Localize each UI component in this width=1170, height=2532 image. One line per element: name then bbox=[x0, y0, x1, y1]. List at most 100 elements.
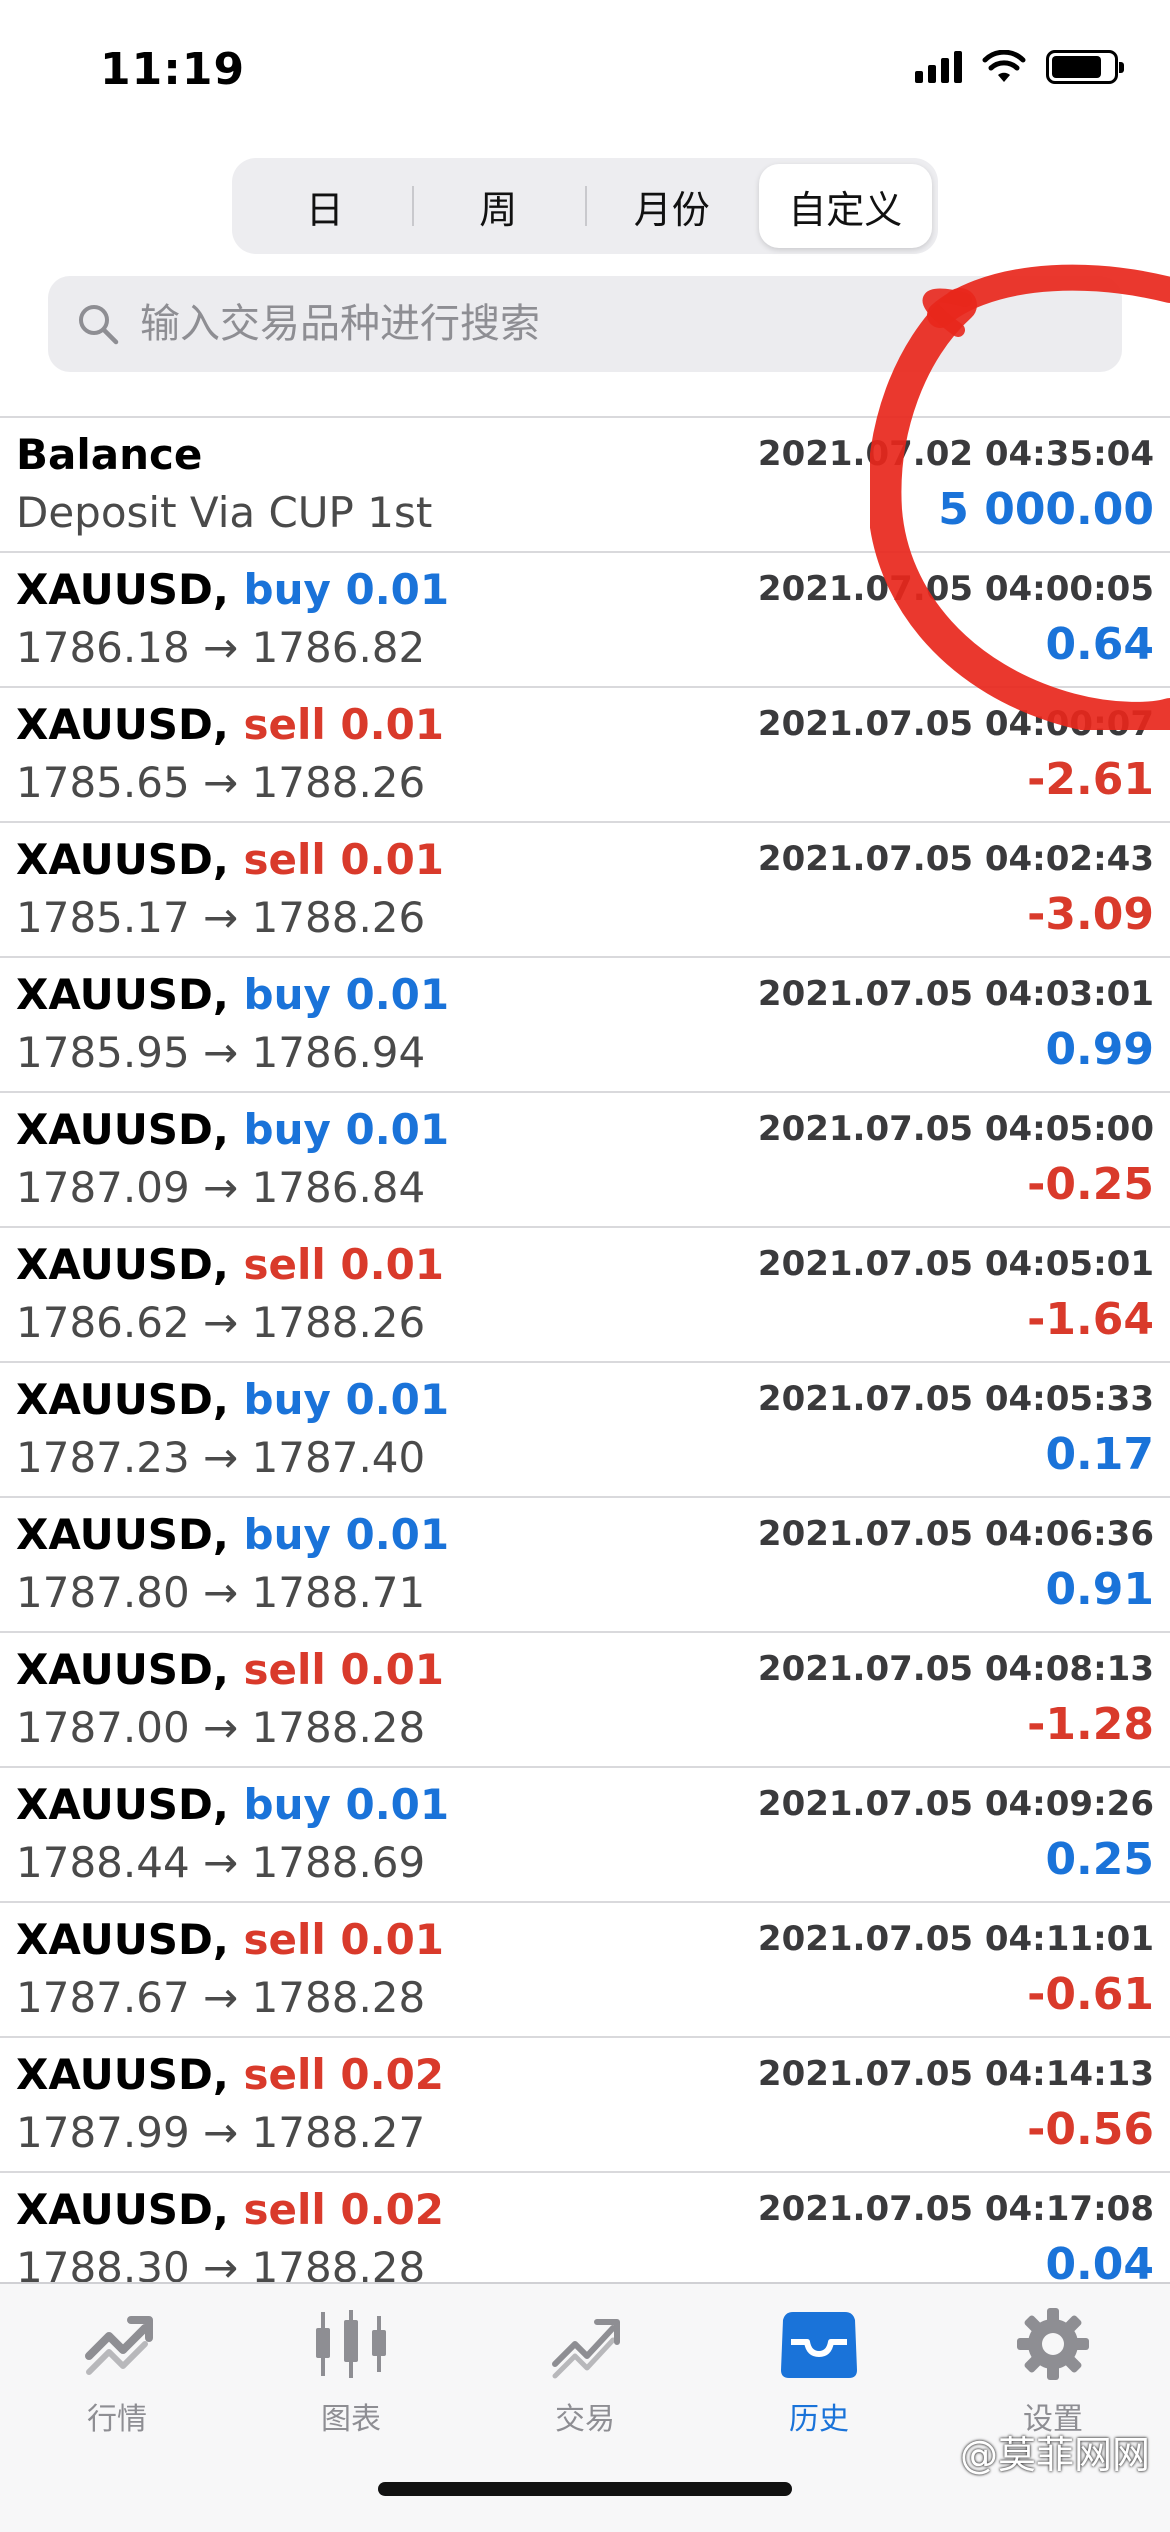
deal-symbol: XAUUSD, bbox=[16, 1375, 244, 1424]
deal-volume: 0.01 bbox=[340, 1915, 445, 1964]
search-bar[interactable] bbox=[48, 276, 1122, 372]
segment-week[interactable]: 周 bbox=[411, 164, 586, 248]
deal-time: 2021.07.05 04:05:00 bbox=[757, 1109, 1154, 1149]
deal-volume: 0.01 bbox=[345, 565, 450, 614]
tab-chart[interactable]: 图表 bbox=[234, 2304, 468, 2454]
status-bar: 11:19 bbox=[0, 0, 1170, 140]
battery-icon bbox=[1046, 50, 1124, 84]
deal-type: sell bbox=[243, 1915, 326, 1964]
deal-row[interactable]: XAUUSD, buy 0.01 2021.07.05 04:05:33 1787.… bbox=[0, 1363, 1170, 1498]
deal-row[interactable]: XAUUSD, buy 0.01 2021.07.05 04:00:05 1786.… bbox=[0, 553, 1170, 688]
deal-prices: 1787.00 → 1788.28 bbox=[16, 1703, 426, 1752]
deal-symbol: XAUUSD, bbox=[16, 1915, 244, 1964]
segment-day[interactable]: 日 bbox=[238, 164, 412, 248]
deal-profit: -1.64 bbox=[1027, 1294, 1154, 1345]
deal-title: XAUUSD, sell 0.01 bbox=[16, 700, 444, 749]
deal-volume: 0.01 bbox=[345, 1510, 450, 1559]
tab-history[interactable]: 历史 bbox=[702, 2304, 936, 2454]
deal-type: buy bbox=[243, 1780, 331, 1829]
deal-title: XAUUSD, buy 0.01 bbox=[16, 1780, 449, 1829]
deal-row[interactable]: XAUUSD, buy 0.01 2021.07.05 04:09:26 1788.… bbox=[0, 1768, 1170, 1903]
deal-symbol: XAUUSD, bbox=[16, 1780, 244, 1829]
deal-time: 2021.07.05 04:08:13 bbox=[757, 1649, 1154, 1689]
deal-prices: 1785.95 → 1786.94 bbox=[16, 1028, 426, 1077]
deal-row[interactable]: XAUUSD, sell 0.02 2021.07.05 04:14:13 1787… bbox=[0, 2038, 1170, 2173]
deal-symbol: XAUUSD, bbox=[16, 970, 244, 1019]
tab-quotes[interactable]: 行情 bbox=[0, 2304, 234, 2454]
deal-volume: 0.01 bbox=[345, 1105, 450, 1154]
quotes-icon bbox=[77, 2304, 157, 2384]
deal-time: 2021.07.05 04:11:01 bbox=[757, 1919, 1154, 1959]
deal-title: XAUUSD, sell 0.02 bbox=[16, 2185, 444, 2234]
history-inbox-icon bbox=[779, 2304, 859, 2384]
deal-title: XAUUSD, sell 0.01 bbox=[16, 1240, 444, 1289]
deal-symbol: XAUUSD, bbox=[16, 1510, 244, 1559]
deal-volume: 0.01 bbox=[340, 835, 445, 884]
deal-prices: 1787.23 → 1787.40 bbox=[16, 1433, 426, 1482]
deal-title: XAUUSD, buy 0.01 bbox=[16, 970, 449, 1019]
deal-profit: -0.61 bbox=[1027, 1969, 1154, 2020]
deal-row[interactable]: XAUUSD, sell 0.01 2021.07.05 04:11:01 1787… bbox=[0, 1903, 1170, 2038]
deal-profit: 0.17 bbox=[1045, 1429, 1154, 1480]
home-indicator[interactable] bbox=[378, 2482, 792, 2496]
deal-time: 2021.07.05 04:05:33 bbox=[757, 1379, 1154, 1419]
tab-trade[interactable]: 交易 bbox=[468, 2304, 702, 2454]
deal-profit: -0.56 bbox=[1027, 2104, 1154, 2155]
deal-row[interactable]: XAUUSD, sell 0.01 2021.07.05 04:05:01 1786… bbox=[0, 1228, 1170, 1363]
deal-row[interactable]: XAUUSD, sell 0.01 2021.07.05 04:00:07 1785… bbox=[0, 688, 1170, 823]
deal-symbol: XAUUSD, bbox=[16, 1105, 244, 1154]
deal-row[interactable]: XAUUSD, sell 0.01 2021.07.05 04:08:13 1787… bbox=[0, 1633, 1170, 1768]
deal-time: 2021.07.05 04:03:01 bbox=[757, 974, 1154, 1014]
deal-profit: -3.09 bbox=[1027, 889, 1154, 940]
deal-profit: -1.28 bbox=[1027, 1699, 1154, 1750]
segment-custom[interactable]: 自定义 bbox=[758, 164, 932, 248]
deal-profit: 0.25 bbox=[1045, 1834, 1154, 1885]
deal-prices: 1786.62 → 1788.26 bbox=[16, 1298, 426, 1347]
deal-prices: 1787.09 → 1786.84 bbox=[16, 1163, 426, 1212]
deal-time: 2021.07.05 04:02:43 bbox=[757, 839, 1154, 879]
deal-symbol: XAUUSD, bbox=[16, 1645, 244, 1694]
deal-row[interactable]: Balance 2021.07.02 04:35:04 Deposit Via CU… bbox=[0, 418, 1170, 553]
deal-title: XAUUSD, sell 0.01 bbox=[16, 1645, 444, 1694]
deal-symbol: XAUUSD, bbox=[16, 2185, 244, 2234]
deal-volume: 0.01 bbox=[345, 1375, 450, 1424]
deal-title: XAUUSD, buy 0.01 bbox=[16, 1105, 449, 1154]
tab-label: 行情 bbox=[87, 2402, 147, 2437]
deal-time: 2021.07.05 04:00:07 bbox=[757, 704, 1154, 744]
deal-volume: 0.01 bbox=[340, 1645, 445, 1694]
deal-time: 2021.07.05 04:17:08 bbox=[757, 2189, 1154, 2229]
deal-symbol: XAUUSD, bbox=[16, 700, 244, 749]
status-time: 11:19 bbox=[100, 44, 246, 95]
trade-icon bbox=[545, 2304, 625, 2384]
deal-volume: 0.01 bbox=[340, 700, 445, 749]
deal-row[interactable]: XAUUSD, buy 0.01 2021.07.05 04:05:00 1787.… bbox=[0, 1093, 1170, 1228]
deal-type: buy bbox=[243, 565, 331, 614]
deal-type: sell bbox=[243, 2050, 326, 2099]
segment-month[interactable]: 月份 bbox=[585, 164, 759, 248]
deal-volume: 0.02 bbox=[340, 2185, 445, 2234]
search-input[interactable] bbox=[140, 301, 1040, 347]
deal-type: sell bbox=[243, 1240, 326, 1289]
deal-type: buy bbox=[243, 970, 331, 1019]
deal-row[interactable]: XAUUSD, buy 0.01 2021.07.05 04:03:01 1785.… bbox=[0, 958, 1170, 1093]
gear-icon bbox=[1013, 2304, 1093, 2384]
deal-title: XAUUSD, sell 0.01 bbox=[16, 835, 444, 884]
deal-row[interactable]: XAUUSD, buy 0.01 2021.07.05 04:06:36 1787.… bbox=[0, 1498, 1170, 1633]
deal-prices: 1785.65 → 1788.26 bbox=[16, 758, 426, 807]
deal-row[interactable]: XAUUSD, sell 0.02 2021.07.05 04:17:08 1788… bbox=[0, 2173, 1170, 2282]
deal-time: 2021.07.05 04:14:13 bbox=[757, 2054, 1154, 2094]
deal-row[interactable]: XAUUSD, sell 0.01 2021.07.05 04:02:43 1785… bbox=[0, 823, 1170, 958]
period-segmented-control: 日 周 月份 自定义 bbox=[232, 158, 938, 254]
deal-time: 2021.07.05 04:05:01 bbox=[757, 1244, 1154, 1284]
deal-title: XAUUSD, buy 0.01 bbox=[16, 565, 449, 614]
deal-type: buy bbox=[243, 1375, 331, 1424]
deal-prices: 1787.67 → 1788.28 bbox=[16, 1973, 426, 2022]
deal-symbol: XAUUSD, bbox=[16, 2050, 244, 2099]
deal-symbol: XAUUSD, bbox=[16, 835, 244, 884]
deal-profit: -0.25 bbox=[1027, 1159, 1154, 1210]
deal-profit: -2.61 bbox=[1027, 754, 1154, 805]
deal-volume: 0.01 bbox=[345, 1780, 450, 1829]
history-deal-list[interactable]: Balance 2021.07.02 04:35:04 Deposit Via CU… bbox=[0, 416, 1170, 2282]
deal-time: 2021.07.05 04:00:05 bbox=[757, 569, 1154, 609]
deal-volume: 0.01 bbox=[340, 1240, 445, 1289]
